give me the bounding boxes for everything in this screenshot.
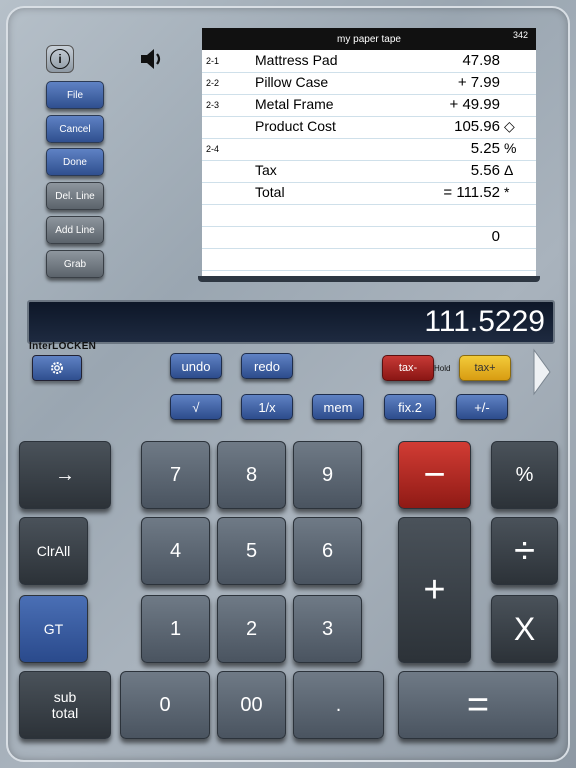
mem-button[interactable]: mem <box>312 394 364 420</box>
tax-minus-button[interactable]: tax- <box>382 355 434 381</box>
tape-row[interactable]: 2-3 Metal Frame + 49.99 <box>202 94 536 117</box>
tape-row[interactable] <box>202 248 536 271</box>
percent-key[interactable]: % <box>491 441 558 509</box>
tape-row[interactable]: 2-4 5.25% <box>202 138 536 161</box>
paper-tape[interactable]: my paper tape 342 2-1 Mattress Pad 47.98 2-… <box>202 28 536 278</box>
minus-key[interactable]: − <box>398 441 471 509</box>
tape-title: my paper tape <box>337 34 401 45</box>
tape-row-ref: 2-2 <box>206 78 220 88</box>
grab-button[interactable]: Grab <box>46 250 104 278</box>
tape-row-label: Mattress Pad <box>255 52 338 68</box>
tax-plus-button[interactable]: tax+ <box>459 355 511 381</box>
tape-row[interactable]: 2-1 Mattress Pad 47.98 <box>202 50 536 73</box>
tape-row-value: 5.25 <box>470 140 500 157</box>
key-5[interactable]: 5 <box>217 517 286 585</box>
tape-row-ref: 2-1 <box>206 56 220 66</box>
arrow-key[interactable]: → <box>19 441 111 509</box>
tape-row[interactable]: Total = 111.52 * <box>202 182 536 205</box>
speaker-icon[interactable] <box>138 45 166 73</box>
next-panel-button[interactable] <box>533 348 551 396</box>
add-line-button[interactable]: Add Line <box>46 216 104 244</box>
grand-total-key[interactable]: GT <box>19 595 88 663</box>
fix-decimal-button[interactable]: fix.2 <box>384 394 436 420</box>
key-1[interactable]: 1 <box>141 595 210 663</box>
tape-row-label: Pillow Case <box>255 74 329 90</box>
clear-all-key[interactable]: ClrAll <box>19 517 88 585</box>
gear-icon <box>51 362 63 374</box>
key-6[interactable]: 6 <box>293 517 362 585</box>
brand-logo: InterLOCKEN <box>29 341 97 352</box>
key-9[interactable]: 9 <box>293 441 362 509</box>
hold-label: Hold <box>434 364 451 373</box>
decimal-point-key[interactable]: . <box>293 671 384 739</box>
tape-line-count: 342 <box>512 30 528 40</box>
tape-row-value: 0 <box>491 228 500 245</box>
tape-row-label: Product Cost <box>255 118 336 134</box>
undo-button[interactable]: undo <box>170 353 222 379</box>
tape-row-ref: 2-3 <box>206 100 220 110</box>
main-display: 111.5229 <box>27 300 555 344</box>
subtotal-key[interactable]: sub total <box>19 671 111 739</box>
multiply-key[interactable]: X <box>491 595 558 663</box>
tape-shelf <box>198 276 540 282</box>
tape-row[interactable] <box>202 204 536 227</box>
tape-row-mark: ◇ <box>504 118 515 134</box>
tape-row-mark: % <box>504 140 517 156</box>
tape-row-mark: * <box>504 184 510 200</box>
key-4[interactable]: 4 <box>141 517 210 585</box>
key-00[interactable]: 00 <box>217 671 286 739</box>
cancel-button[interactable]: Cancel <box>46 115 104 143</box>
del-line-button[interactable]: Del. Line <box>46 182 104 210</box>
tape-row-value: = 111.52 <box>443 184 500 201</box>
tape-row-label: Tax <box>255 162 277 178</box>
subtotal-label-line2: total <box>51 705 79 721</box>
file-button[interactable]: File <box>46 81 104 109</box>
tape-row-value: 47.98 <box>462 52 500 69</box>
tape-row-value: + 49.99 <box>449 96 500 113</box>
tape-row-label: Metal Frame <box>255 96 334 112</box>
tape-row[interactable]: 2-2 Pillow Case + 7.99 <box>202 72 536 95</box>
tape-row-mark: Δ <box>504 162 514 178</box>
equals-key[interactable]: = <box>398 671 558 739</box>
key-3[interactable]: 3 <box>293 595 362 663</box>
info-icon: i <box>50 49 70 69</box>
key-7[interactable]: 7 <box>141 441 210 509</box>
key-8[interactable]: 8 <box>217 441 286 509</box>
done-button[interactable]: Done <box>46 148 104 176</box>
sqrt-button[interactable]: √ <box>170 394 222 420</box>
plus-key[interactable]: + <box>398 517 471 663</box>
sign-toggle-button[interactable]: +/- <box>456 394 508 420</box>
subtotal-label-line1: sub <box>53 689 77 705</box>
tape-row-label: Total <box>255 184 285 200</box>
key-2[interactable]: 2 <box>217 595 286 663</box>
tape-row[interactable]: Product Cost 105.96 ◇ <box>202 116 536 139</box>
tape-row-value: + 7.99 <box>457 74 500 91</box>
tape-row[interactable]: 0 <box>202 226 536 249</box>
reciprocal-button[interactable]: 1/x <box>241 394 293 420</box>
tape-row-value: 5.56 <box>470 162 500 179</box>
redo-button[interactable]: redo <box>241 353 293 379</box>
info-button[interactable]: i <box>46 45 74 73</box>
chevron-right-icon <box>533 348 551 396</box>
tape-row[interactable]: Tax 5.56 Δ <box>202 160 536 183</box>
key-0[interactable]: 0 <box>120 671 210 739</box>
display-value: 111.5229 <box>424 305 545 338</box>
settings-button[interactable] <box>32 355 82 381</box>
divide-key[interactable]: ÷ <box>491 517 558 585</box>
tape-row-value: 105.96 <box>454 118 500 135</box>
tape-header: my paper tape 342 <box>202 28 536 50</box>
tape-row-ref: 2-4 <box>206 144 220 154</box>
